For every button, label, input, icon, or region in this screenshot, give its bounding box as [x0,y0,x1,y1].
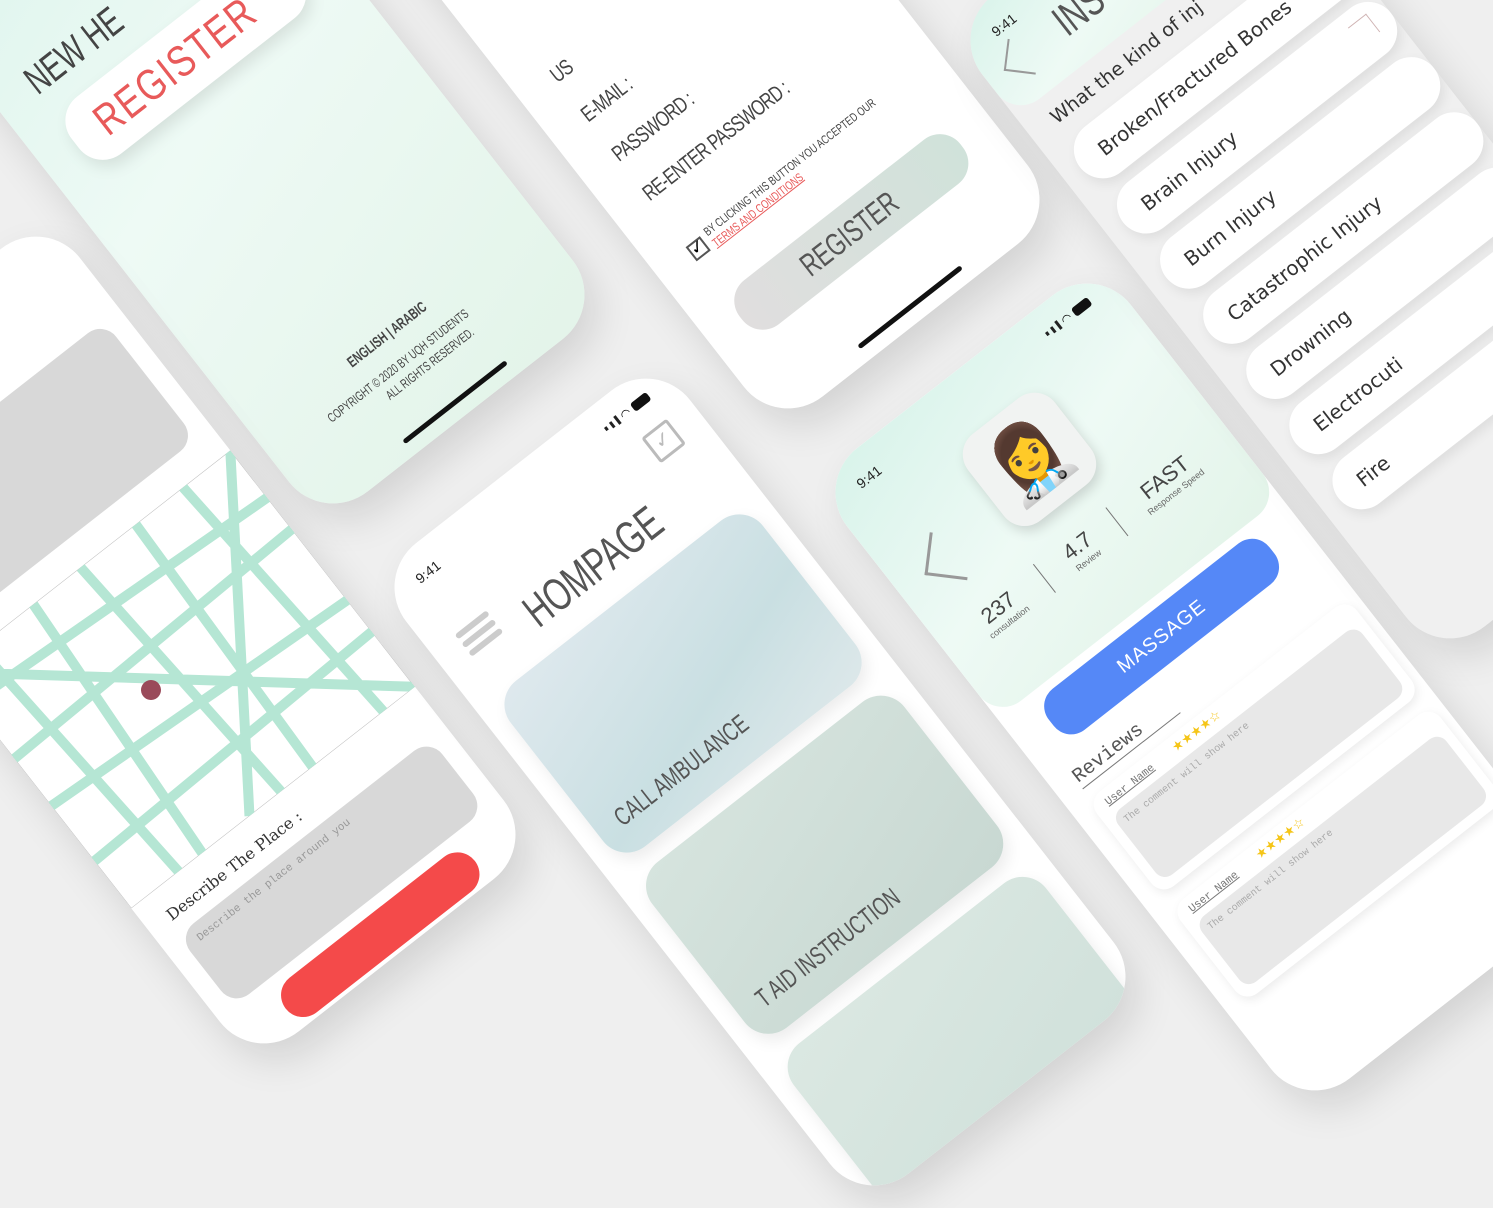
home-indicator [857,265,963,350]
status-icons: ◠ [601,390,653,435]
email-label[interactable]: E-MAIL : [576,72,637,128]
register-submit-button[interactable]: REGISTER [723,123,979,341]
edit-icon[interactable]: ✓ [641,418,687,464]
wifi-icon: ◠ [617,404,634,423]
chevron-icon [1347,13,1381,46]
terms-checkbox[interactable]: ✓ [685,234,711,262]
back-chevron-icon[interactable] [1003,38,1040,75]
lang-english[interactable]: ENGLISH [344,329,391,371]
lang-arabic[interactable]: ARABIC [388,299,431,338]
status-time: 9:41 [412,557,444,587]
back-chevron-icon[interactable] [924,532,973,581]
username-label: US [545,54,578,88]
battery-icon [629,391,652,412]
register-submit-label: REGISTER [792,184,906,284]
menu-icon[interactable] [454,610,504,657]
